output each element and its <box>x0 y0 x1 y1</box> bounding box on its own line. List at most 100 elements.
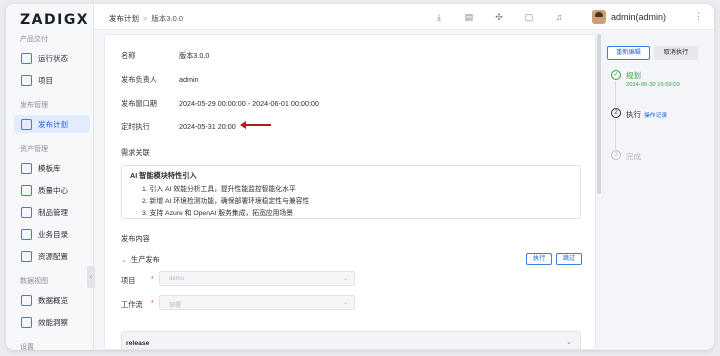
requirements-box: AI 智能模块特性引入 1. 引入 AI 效能分析工具，提升性能监控智能化水平 … <box>121 165 581 219</box>
top-bar: 发布计划 > 版本3.0.0 ⤓ ▤ ✣ ▢ ♫ admin(admin) ⋮ <box>94 4 714 30</box>
release-detail-card: 名称 版本3.0.0 发布负责人 admin 发布窗口期 2024-05-29 … <box>104 34 596 350</box>
sidebar-item-insights[interactable]: 效能洞察 <box>14 313 90 331</box>
step-number-badge: 3 <box>611 150 621 160</box>
sidebar-item-label: 资源配置 <box>38 251 68 261</box>
sidebar-item-label: 模板库 <box>38 163 61 173</box>
content-scrollbar[interactable] <box>597 34 601 194</box>
requirement-item: 2. 新增 AI 环境检测功能，确保部署环境稳定性与兼容性 <box>142 198 310 205</box>
project-icon <box>21 74 32 86</box>
sidebar-item-data-overview[interactable]: 数据概览 <box>14 291 90 309</box>
chevron-down-icon: ⌄ <box>342 300 348 306</box>
sidebar-item-run-status[interactable]: 运行状态 <box>14 49 90 67</box>
sidebar-item-business-catalog[interactable]: 业务目录 <box>14 225 90 243</box>
workflow-label: 工作流 <box>121 300 143 309</box>
dashboard-icon[interactable]: ▢ <box>524 12 534 22</box>
sidebar-collapse-handle[interactable]: ‹ <box>87 266 95 288</box>
chevron-down-icon: ⌄ <box>342 276 348 282</box>
sidebar-section-title: 数据视图 <box>20 278 48 285</box>
step-complete-title: 完成 <box>626 152 641 161</box>
release-plan-icon <box>21 118 32 130</box>
group-label: 生产发布 <box>131 255 160 264</box>
step-plan-title: 规划 <box>626 71 641 80</box>
sidebar-item-projects[interactable]: 项目 <box>14 71 90 89</box>
step-done-icon: ✓ <box>611 70 621 80</box>
step-execute-label: 执行 <box>626 110 641 119</box>
requirements-heading: 需求关联 <box>121 148 150 157</box>
step-execute-title: 执行 操作记录 <box>626 109 667 120</box>
docs-icon[interactable]: ▤ <box>464 12 474 22</box>
release-title: release <box>126 340 150 347</box>
window-value: 2024-05-29 00:00:00 - 2024-06-01 00:00:0… <box>179 99 319 108</box>
cancel-execution-button[interactable]: 取消执行 <box>654 46 698 60</box>
run-button[interactable]: 执行 <box>526 253 553 265</box>
step-connector <box>615 119 616 149</box>
operation-log-link[interactable]: 操作记录 <box>644 113 667 119</box>
project-select[interactable]: demo ⌄ <box>159 271 355 286</box>
requirement-title: AI 智能模块特性引入 <box>130 171 197 180</box>
resource-icon <box>21 250 32 262</box>
group-production-release[interactable]: ⌄ 生产发布 <box>121 255 160 265</box>
avatar[interactable] <box>592 10 606 24</box>
sidebar-item-release-plan[interactable]: 发布计划 <box>14 115 90 133</box>
sidebar-item-resource-config[interactable]: 资源配置 <box>14 247 90 265</box>
data-overview-icon <box>21 294 32 306</box>
breadcrumb-current: 版本3.0.0 <box>151 14 184 23</box>
artifact-icon <box>21 206 32 218</box>
sidebar-section-title: 设置 <box>20 344 34 350</box>
schedule-value: 2024-05-31 20:00 <box>179 122 236 131</box>
user-name[interactable]: admin(admin) <box>611 12 666 22</box>
breadcrumb-release-plan[interactable]: 发布计划 <box>109 14 139 23</box>
sidebar-item-template-library[interactable]: 模板库 <box>14 159 90 177</box>
project-select-value: demo <box>169 276 185 282</box>
sidebar-item-label: 数据概览 <box>38 295 68 305</box>
bell-icon[interactable]: ♫ <box>554 12 564 22</box>
re-edit-button[interactable]: 重新编辑 <box>607 46 650 60</box>
name-label: 名称 <box>121 51 136 60</box>
breadcrumb: 发布计划 > 版本3.0.0 <box>109 13 183 24</box>
breadcrumb-separator: > <box>143 14 148 23</box>
sidebar-item-label: 运行状态 <box>38 53 68 63</box>
skip-button[interactable]: 跳过 <box>556 253 583 265</box>
annotation-arrow <box>240 121 271 129</box>
catalog-icon <box>21 228 32 240</box>
more-icon[interactable]: ⋮ <box>694 11 703 22</box>
name-value: 版本3.0.0 <box>179 51 210 60</box>
owner-label: 发布负责人 <box>121 75 157 84</box>
step-number-badge: 2 <box>611 108 621 118</box>
sidebar-item-label: 发布计划 <box>38 119 68 129</box>
sidebar-item-label: 质量中心 <box>38 185 68 195</box>
sidebar-item-quality-center[interactable]: 质量中心 <box>14 181 90 199</box>
sidebar-item-label: 制品管理 <box>38 207 68 217</box>
insight-icon <box>21 316 32 328</box>
chevron-down-icon[interactable]: ⌄ <box>121 255 127 264</box>
sidebar-item-label: 业务目录 <box>38 229 68 239</box>
workflow-select-value: 部署 <box>169 303 182 309</box>
required-mark: * <box>151 300 154 307</box>
plugin-icon[interactable]: ✣ <box>494 12 504 22</box>
quality-icon <box>21 184 32 196</box>
step-connector <box>615 81 616 107</box>
sidebar-section-title: 资产管理 <box>20 146 48 153</box>
step-plan-time: 2024-05-30 16:59:03 <box>626 82 680 88</box>
content-heading: 发布内容 <box>121 234 150 243</box>
required-mark: * <box>151 276 154 283</box>
sidebar-section-title: 发布管理 <box>20 102 48 109</box>
sidebar-item-artifacts[interactable]: 制品管理 <box>14 203 90 221</box>
requirement-item: 3. 支持 Azure 和 OpenAI 服务集成，拓宽应用场景 <box>142 210 294 217</box>
requirement-item: 1. 引入 AI 效能分析工具，提升性能监控智能化水平 <box>142 186 296 193</box>
schedule-label: 定时执行 <box>121 122 150 131</box>
owner-value: admin <box>179 75 199 84</box>
project-label: 项目 <box>121 276 136 285</box>
monitor-icon <box>21 52 32 64</box>
chevron-down-icon[interactable]: ⌄ <box>566 338 572 346</box>
sidebar: ZADIGX 产品交付 运行状态 项目 发布管理 发布计划 资产管理 模板库 质… <box>6 4 95 350</box>
zadigx-logo[interactable]: ZADIGX <box>20 12 89 28</box>
release-workflow-panel[interactable]: release ⌄ <box>121 331 581 349</box>
download-icon[interactable]: ⤓ <box>434 12 444 22</box>
sidebar-item-label: 项目 <box>38 75 53 85</box>
workflow-select[interactable]: 部署 ⌄ <box>159 295 355 310</box>
sidebar-item-label: 效能洞察 <box>38 317 68 327</box>
window-label: 发布窗口期 <box>121 99 157 108</box>
sidebar-section-title: 产品交付 <box>20 36 48 43</box>
app-window: ZADIGX 产品交付 运行状态 项目 发布管理 发布计划 资产管理 模板库 质… <box>6 4 714 350</box>
